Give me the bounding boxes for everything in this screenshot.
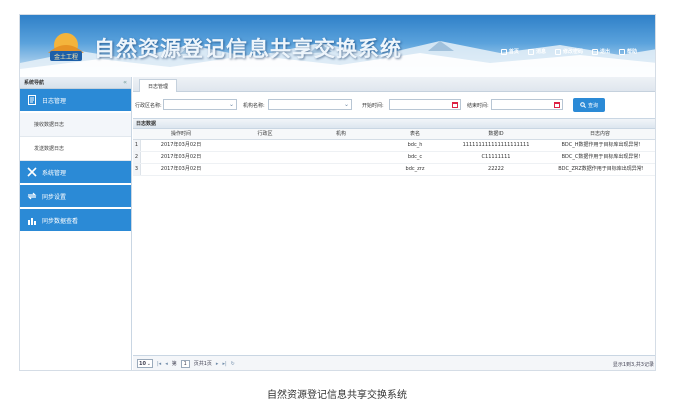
row-number: 1 bbox=[133, 140, 141, 151]
tools-icon bbox=[27, 167, 37, 177]
org-select[interactable]: ⌄ bbox=[268, 99, 352, 110]
query-button[interactable]: 查询 bbox=[573, 98, 605, 112]
main-panel: 日志管理 行政区名称: ⌄ 机构名称: ⌄ 开始时间: 结束时间: 查询 日志数… bbox=[133, 77, 655, 370]
col-header-time[interactable]: 操作时间 bbox=[141, 129, 221, 140]
home-icon bbox=[500, 48, 507, 55]
pagination-info: 显示1到3,共3记录 bbox=[612, 362, 654, 368]
image-caption: 自然资源登记信息共享交换系统 bbox=[267, 390, 407, 401]
cell-time: 2017年03月02日 bbox=[160, 166, 202, 172]
calendar-icon[interactable] bbox=[452, 102, 458, 108]
col-header-table[interactable]: 表名 bbox=[375, 129, 455, 140]
calendar-icon[interactable] bbox=[554, 102, 560, 108]
filter-bar: 行政区名称: ⌄ 机构名称: ⌄ 开始时间: 结束时间: 查询 bbox=[133, 97, 655, 115]
sidebar-item-label: 同步数据查看 bbox=[42, 217, 79, 225]
org-label: 机构名称: bbox=[243, 103, 265, 109]
start-time-label: 开始时间: bbox=[362, 103, 384, 109]
sidebar-item-sync-data-view[interactable]: 同步数据查看 bbox=[20, 209, 131, 233]
page-size-value: 10 bbox=[139, 360, 146, 367]
sidebar-item-label: 日志管理 bbox=[42, 97, 67, 105]
chevron-down-icon: ⌄ bbox=[228, 101, 234, 108]
app-window: 金土工程 自然资源登记信息共享交换系统 首页 消息 修改密码 退出 帮助 系统导… bbox=[19, 14, 656, 371]
cell-data-id: 111111111111111111111 bbox=[462, 142, 530, 148]
query-button-label: 查询 bbox=[587, 102, 598, 109]
search-icon bbox=[580, 102, 586, 108]
chart-icon bbox=[27, 215, 37, 225]
end-time-label: 结束时间: bbox=[467, 103, 489, 109]
top-nav: 首页 消息 修改密码 退出 帮助 bbox=[500, 48, 637, 55]
sidebar-subitem-send-log[interactable]: 发送数据日志 bbox=[20, 137, 131, 161]
row-number: 3 bbox=[133, 164, 141, 175]
message-icon bbox=[527, 48, 534, 55]
svg-text:金土工程: 金土工程 bbox=[54, 53, 78, 61]
tab-log-management[interactable]: 日志管理 bbox=[139, 79, 178, 92]
sidebar-title: 系统导航 bbox=[24, 80, 45, 86]
sidebar: 系统导航 « 日志管理 接收数据日志 发送数据日志 系统管理 同步设置 同步数据… bbox=[20, 77, 132, 370]
cell-table: bdc_c bbox=[407, 154, 423, 160]
col-header-data-id[interactable]: 数据ID bbox=[451, 129, 541, 140]
page-number-input[interactable]: 1 bbox=[180, 359, 190, 368]
cell-table: bdc_zrz bbox=[405, 166, 425, 172]
col-header-log-content[interactable]: 日志内容 bbox=[547, 129, 653, 140]
sidebar-header: 系统导航 « bbox=[20, 77, 131, 89]
chevron-down-icon: ⌄ bbox=[343, 101, 349, 108]
table-row[interactable]: 2 2017年03月02日 bdc_c C11111111 BDC_C数据作用于… bbox=[133, 152, 655, 164]
start-time-input[interactable] bbox=[389, 99, 461, 110]
cell-table: bdc_h bbox=[407, 142, 423, 148]
next-page-icon[interactable]: ▸ bbox=[216, 361, 219, 367]
log-icon bbox=[27, 95, 37, 105]
exit-icon bbox=[591, 48, 598, 55]
sidebar-subitem-receive-log[interactable]: 接收数据日志 bbox=[20, 113, 131, 137]
col-header-org[interactable]: 机构 bbox=[301, 129, 381, 140]
nav-change-password[interactable]: 修改密码 bbox=[554, 48, 583, 55]
cell-data-id: 22222 bbox=[488, 166, 504, 172]
page-prefix: 第 bbox=[171, 361, 177, 367]
end-time-input[interactable] bbox=[491, 99, 563, 110]
sidebar-item-label: 系统管理 bbox=[42, 169, 67, 177]
chevron-down-icon: ⌄ bbox=[146, 360, 151, 367]
key-icon bbox=[554, 48, 561, 55]
help-icon bbox=[618, 48, 625, 55]
grid-header: 操作时间 行政区 机构 表名 数据ID 日志内容 bbox=[133, 129, 655, 140]
sync-icon bbox=[27, 191, 37, 201]
row-number: 2 bbox=[133, 152, 141, 163]
cell-time: 2017年03月02日 bbox=[160, 142, 202, 148]
grid-title: 日志数据 bbox=[133, 118, 655, 129]
nav-help[interactable]: 帮助 bbox=[618, 48, 637, 55]
col-header-region[interactable]: 行政区 bbox=[225, 129, 305, 140]
cell-log-content: BDC_H数据作用于目标库出现异常! bbox=[561, 142, 641, 148]
sidebar-item-system-management[interactable]: 系统管理 bbox=[20, 161, 131, 185]
nav-home[interactable]: 首页 bbox=[500, 48, 519, 55]
region-select[interactable]: ⌄ bbox=[163, 99, 237, 110]
tab-bar: 日志管理 bbox=[133, 77, 655, 92]
collapse-icon[interactable]: « bbox=[123, 79, 127, 86]
prev-page-icon[interactable]: ◂ bbox=[165, 361, 168, 367]
page-suffix: 页共1页 bbox=[193, 361, 212, 367]
sidebar-item-sync-settings[interactable]: 同步设置 bbox=[20, 185, 131, 209]
cell-data-id: C11111111 bbox=[481, 154, 511, 160]
sidebar-item-label: 同步设置 bbox=[42, 193, 67, 201]
logo: 金土工程 bbox=[42, 27, 90, 67]
refresh-icon[interactable]: ↻ bbox=[231, 361, 235, 367]
cell-time: 2017年03月02日 bbox=[160, 154, 202, 160]
region-label: 行政区名称: bbox=[135, 103, 162, 109]
pagination-bar: 10 ⌄ |◂ ◂ 第 1 页共1页 ▸ ▸| ↻ 显示1到3,共3记录 bbox=[133, 355, 655, 370]
nav-messages[interactable]: 消息 bbox=[527, 48, 546, 55]
app-title: 自然资源登记信息共享交换系统 bbox=[94, 36, 402, 61]
last-page-icon[interactable]: ▸| bbox=[222, 361, 226, 367]
table-row[interactable]: 3 2017年03月02日 bdc_zrz 22222 BDC_ZRZ数据作用于… bbox=[133, 164, 655, 176]
sidebar-item-log-management[interactable]: 日志管理 bbox=[20, 89, 131, 113]
nav-logout[interactable]: 退出 bbox=[591, 48, 610, 55]
first-page-icon[interactable]: |◂ bbox=[157, 361, 161, 367]
table-row[interactable]: 1 2017年03月02日 bdc_h 11111111111111111111… bbox=[133, 140, 655, 152]
cell-log-content: BDC_C数据作用于目标库出现异常! bbox=[561, 154, 641, 160]
app-header: 金土工程 自然资源登记信息共享交换系统 首页 消息 修改密码 退出 帮助 bbox=[20, 15, 655, 77]
cell-log-content: BDC_ZRZ数据作用于目标库出现异常! bbox=[558, 166, 644, 172]
page-size-select[interactable]: 10 ⌄ bbox=[137, 359, 153, 368]
